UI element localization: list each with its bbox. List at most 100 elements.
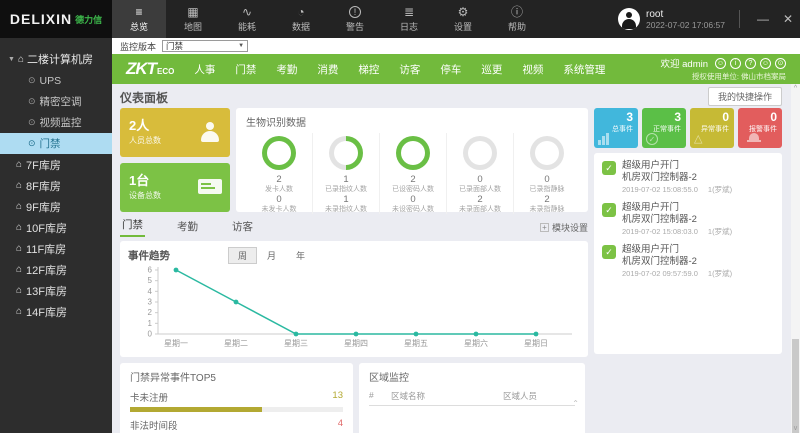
overview-icon: ≡ [135,4,143,19]
svg-text:3: 3 [148,298,153,307]
nav-item-log[interactable]: ≣ 日志 [382,0,436,38]
menu-item-system[interactable]: 系统管理 [553,62,615,77]
period-year-button[interactable]: 年 [286,247,315,264]
sidebar-item-12f[interactable]: ⌂ 12F库房 [0,259,112,280]
scrollbar-thumb[interactable] [792,339,799,433]
door-open-icon: ✓ [602,245,616,259]
greenbar-right: 欢迎 admin ☺ i ? ☺ ⊙ 授权使用单位: 佛山市档案局 [660,56,786,82]
alarm-light-icon [747,131,761,142]
event-list-item[interactable]: ✓ 超级用户开门 机房双门控制器-2 2019-07-02 15:08:55.0… [602,160,774,195]
personnel-total-card[interactable]: 2人 人员总数 [120,108,230,157]
zkteco-menu: 人事 门禁 考勤 消费 梯控 访客 停车 巡更 视频 系统管理 [184,62,615,77]
device-total-card[interactable]: 1台 设备总数 [120,163,230,212]
nav-item-map[interactable]: ▦ 地图 [166,0,220,38]
sidebar-item-11f[interactable]: ⌂ 11F库房 [0,238,112,259]
sidebar-group-server-room[interactable]: ▼ ⌂ 二楼计算机房 [0,48,112,70]
sidebar-item-7f[interactable]: ⌂ 7F库房 [0,154,112,175]
help-circle-icon: ⓘ [510,4,523,19]
menu-item-elevator[interactable]: 梯控 [348,62,389,77]
settings-icon: ⚙ [457,4,469,19]
zkteco-menubar: ZKT ECO 人事 门禁 考勤 消费 梯控 访客 停车 巡更 视频 系统管理 … [112,54,800,84]
tab-visitor[interactable]: 访客 [230,216,255,237]
period-month-button[interactable]: 月 [257,247,286,264]
sidebar-item-14f[interactable]: ⌂ 14F库房 [0,301,112,322]
scroll-up-icon[interactable]: ^ [791,85,800,92]
sidebar-item-video-monitor[interactable]: ⊙ 视频监控 [0,112,112,133]
monitor-version-label: 监控版本 [120,41,157,52]
sidebar-item-9f[interactable]: ⌂ 9F库房 [0,196,112,217]
account-icon[interactable]: ☺ [760,57,771,69]
module-settings-button[interactable]: + 模块设置 [539,221,588,237]
device-icon: ⊙ [28,96,36,106]
minimize-button[interactable]: — [750,12,776,26]
biometric-stat-card-issue: 2 发卡人数 0 未发卡人数 [246,133,313,214]
sidebar-item-8f[interactable]: ⌂ 8F库房 [0,175,112,196]
tab-attendance[interactable]: 考勤 [175,216,200,237]
nav-item-settings[interactable]: ⚙ 设置 [436,0,490,38]
log-icon: ≣ [403,4,415,19]
person-icon [200,122,220,142]
donut-chart-vein [530,136,564,170]
power-icon[interactable]: ⊙ [775,57,786,69]
page-title: 仪表面板 [120,91,169,105]
svg-text:1: 1 [148,319,153,328]
home-icon: ⌂ [16,285,23,296]
scroll-down-icon[interactable]: v [791,425,800,432]
total-events-card[interactable]: 3 总事件 [594,108,638,148]
menu-item-parking[interactable]: 停车 [430,62,471,77]
nav-item-overview[interactable]: ≡ 总览 [112,0,166,38]
menu-item-patrol[interactable]: 巡更 [471,62,512,77]
close-button[interactable]: ✕ [776,12,800,26]
home-icon: ⌂ [16,264,23,275]
info-icon[interactable]: i [730,57,741,69]
user-name: root [646,8,664,20]
biometric-stat-card-password: 2 已设密码人数 0 未设密码人数 [380,133,447,214]
sidebar-item-precision-ac[interactable]: ⊙ 精密空调 [0,91,112,112]
normal-events-card[interactable]: 3 正常事件 ✓ [642,108,686,148]
tab-access-control[interactable]: 门禁 [120,214,145,237]
home-icon: ⌂ [16,180,23,191]
quick-action-button[interactable]: 我的快捷操作 [707,87,782,106]
user-avatar[interactable] [618,8,640,30]
top5-row-illegal-time: 非法时间段 4 [130,418,343,432]
nav-item-help[interactable]: ⓘ 帮助 [490,0,544,38]
top5-row-unregistered-card: 卡未注册 13 [130,390,343,412]
menu-item-consumption[interactable]: 消费 [307,62,348,77]
welcome-admin-label: 欢迎 admin [660,59,708,70]
check-circle-icon: ✓ [646,133,658,145]
main-nav: ≡ 总览 ▦ 地图 ∿ 能耗 ◔ 数据 ! 警告 ≣ 日志 ⚙ 设置 ⓘ 帮助 [112,0,544,38]
alarm-events-card[interactable]: 0 报警事件 [738,108,782,148]
svg-text:星期一: 星期一 [164,339,188,348]
sidebar-item-13f[interactable]: ⌂ 13F库房 [0,280,112,301]
nav-item-alert[interactable]: ! 警告 [328,0,382,38]
menu-item-personnel[interactable]: 人事 [184,62,225,77]
svg-text:4: 4 [148,287,153,296]
biometric-stat-card-face: 0 已录面部人数 2 未录面部人数 [447,133,514,214]
menu-item-attendance[interactable]: 考勤 [266,62,307,77]
sidebar-item-10f[interactable]: ⌂ 10F库房 [0,217,112,238]
main-area: 监控版本 门禁 ▼ ZKT ECO 人事 门禁 考勤 消费 梯控 访客 停车 巡… [112,38,800,433]
period-week-button[interactable]: 周 [228,247,258,264]
gauge-icon: ◔ [297,4,305,19]
collapse-up-icon[interactable]: ⌃ [572,399,579,408]
menu-item-video[interactable]: 视频 [512,62,553,77]
sidebar-item-access-control[interactable]: ⊙ 门禁 [0,133,112,154]
vertical-scrollbar[interactable]: ^ v [791,84,800,433]
help-icon[interactable]: ? [745,57,756,69]
nav-item-data[interactable]: ◔ 数据 [274,0,328,38]
menu-item-access[interactable]: 门禁 [225,62,266,77]
abnormal-events-card[interactable]: 0 异常事件 △ [690,108,734,148]
user-icon[interactable]: ☺ [715,57,726,69]
region-monitor-panel: 区域监控 # 区域名称 区域人员 ⌃ [359,363,585,433]
event-trend-panel: 事件趋势 周 月 年 0 1 2 3 4 5 6 星期一 星期二 星期三 星期四 星期五 星期六 星期日 [120,241,588,357]
monitor-version-select[interactable]: 门禁 ▼ [162,40,249,52]
event-trend-title: 事件趋势 [128,250,170,262]
nav-item-energy[interactable]: ∿ 能耗 [220,0,274,38]
event-list-item[interactable]: ✓ 超级用户开门 机房双门控制器-2 2019-07-02 09:57:59.0… [602,244,774,279]
sidebar-item-ups[interactable]: ⊙ UPS [0,70,112,91]
zkteco-logo: ZKT ECO [126,59,175,78]
event-list-item[interactable]: ✓ 超级用户开门 机房双门控制器-2 2019-07-02 15:08:03.0… [602,202,774,237]
biometric-stat-card-fingerprint: 1 已录指纹人数 1 未录指纹人数 [313,133,380,214]
map-icon: ▦ [187,4,199,19]
menu-item-visitor[interactable]: 访客 [389,62,430,77]
